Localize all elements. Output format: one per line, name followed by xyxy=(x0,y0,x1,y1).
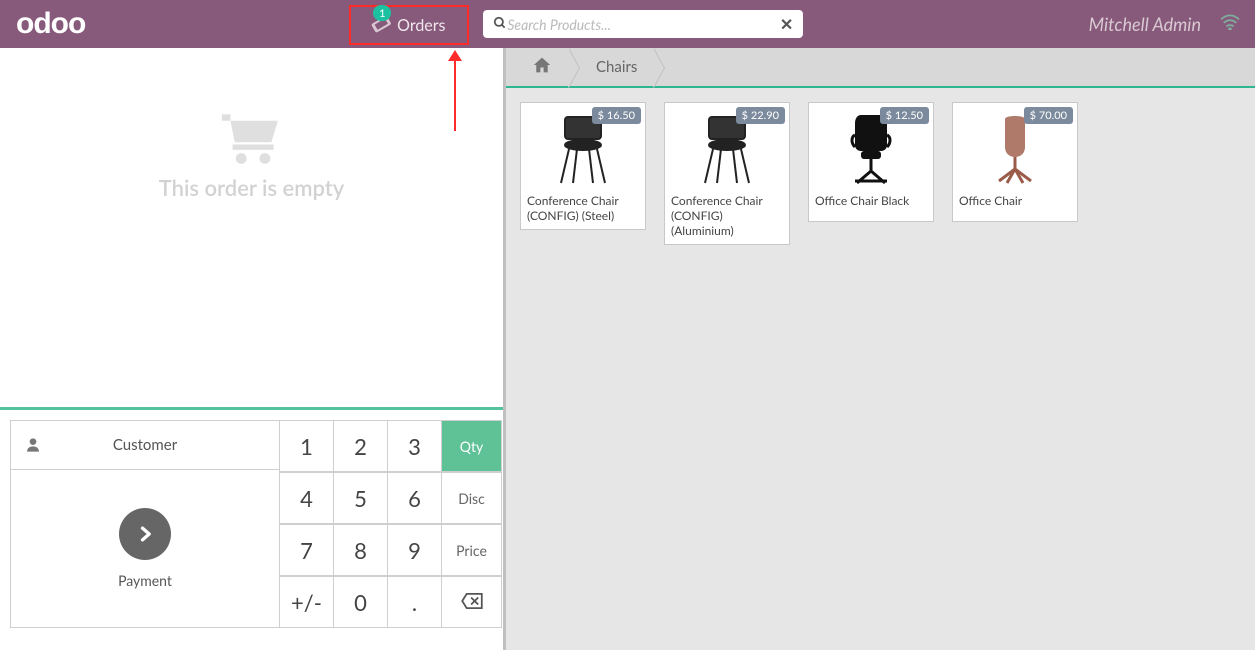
orders-label: Orders xyxy=(397,16,445,35)
numpad-key-backspace[interactable] xyxy=(442,576,502,628)
numpad-key-9[interactable]: 9 xyxy=(388,524,442,576)
product-card[interactable]: $ 16.50 Conference Chair (CONFIG) (Steel… xyxy=(520,102,646,230)
numpad-mode-qty[interactable]: Qty xyxy=(442,420,502,472)
price-tag: $ 16.50 xyxy=(592,107,641,124)
breadcrumb-home[interactable] xyxy=(516,48,568,86)
cart-icon xyxy=(217,110,287,166)
product-card[interactable]: $ 70.00 Office Chair xyxy=(952,102,1078,222)
search-icon xyxy=(493,15,507,34)
numpad-key-3[interactable]: 3 xyxy=(388,420,442,472)
search-box[interactable]: ✕ xyxy=(483,10,803,38)
numpad-key-7[interactable]: 7 xyxy=(280,524,334,576)
action-keypad-area: Customer Payment 1 2 3 Qty 4 5 6 Disc 7 xyxy=(10,420,493,640)
backspace-icon xyxy=(461,593,483,612)
breadcrumb-category-label: Chairs xyxy=(596,58,637,76)
logo: odoo xyxy=(16,7,85,41)
orders-button[interactable]: 1 Orders xyxy=(349,5,469,45)
cart-empty-state: This order is empty xyxy=(0,48,503,407)
payment-label: Payment xyxy=(118,572,172,589)
numpad-key-5[interactable]: 5 xyxy=(334,472,388,524)
numpad-key-4[interactable]: 4 xyxy=(280,472,334,524)
search-input[interactable] xyxy=(507,16,780,33)
person-icon xyxy=(11,437,55,453)
numpad: 1 2 3 Qty 4 5 6 Disc 7 8 9 Price +/- 0 . xyxy=(280,420,502,640)
orders-count-badge: 1 xyxy=(373,5,391,21)
numpad-key-1[interactable]: 1 xyxy=(280,420,334,472)
numpad-key-0[interactable]: 0 xyxy=(334,576,388,628)
chevron-right-icon xyxy=(119,508,171,560)
product-name: Conference Chair (CONFIG) (Steel) xyxy=(521,189,645,229)
numpad-key-dot[interactable]: . xyxy=(388,576,442,628)
home-icon xyxy=(532,56,552,78)
product-name: Conference Chair (CONFIG) (Aluminium) xyxy=(665,189,789,244)
divider xyxy=(0,407,503,410)
numpad-key-8[interactable]: 8 xyxy=(334,524,388,576)
price-tag: $ 12.50 xyxy=(880,107,929,124)
customer-button[interactable]: Customer xyxy=(10,420,280,470)
product-name: Office Chair xyxy=(953,189,1077,221)
topbar: odoo 1 Orders ✕ Mitchell Admin xyxy=(0,0,1255,48)
numpad-mode-price[interactable]: Price xyxy=(442,524,502,576)
breadcrumb: Chairs xyxy=(506,48,1255,88)
product-name: Office Chair Black xyxy=(809,189,933,221)
username-label[interactable]: Mitchell Admin xyxy=(1089,13,1201,35)
product-card[interactable]: $ 22.90 Conference Chair (CONFIG) (Alumi… xyxy=(664,102,790,245)
numpad-key-plusminus[interactable]: +/- xyxy=(280,576,334,628)
order-panel: This order is empty Customer Payment xyxy=(0,48,506,650)
payment-button[interactable]: Payment xyxy=(10,470,280,628)
breadcrumb-category[interactable]: Chairs xyxy=(580,48,653,86)
numpad-key-6[interactable]: 6 xyxy=(388,472,442,524)
empty-cart-message: This order is empty xyxy=(159,174,345,201)
product-card[interactable]: $ 12.50 Office Chair Black xyxy=(808,102,934,222)
price-tag: $ 22.90 xyxy=(736,107,785,124)
numpad-key-2[interactable]: 2 xyxy=(334,420,388,472)
price-tag: $ 70.00 xyxy=(1024,107,1073,124)
wifi-icon xyxy=(1219,14,1241,34)
actionpad: Customer Payment xyxy=(10,420,280,640)
numpad-mode-disc[interactable]: Disc xyxy=(442,472,502,524)
clear-search-icon[interactable]: ✕ xyxy=(780,15,793,34)
product-grid: $ 16.50 Conference Chair (CONFIG) (Steel… xyxy=(506,88,1255,650)
customer-label: Customer xyxy=(55,436,279,454)
